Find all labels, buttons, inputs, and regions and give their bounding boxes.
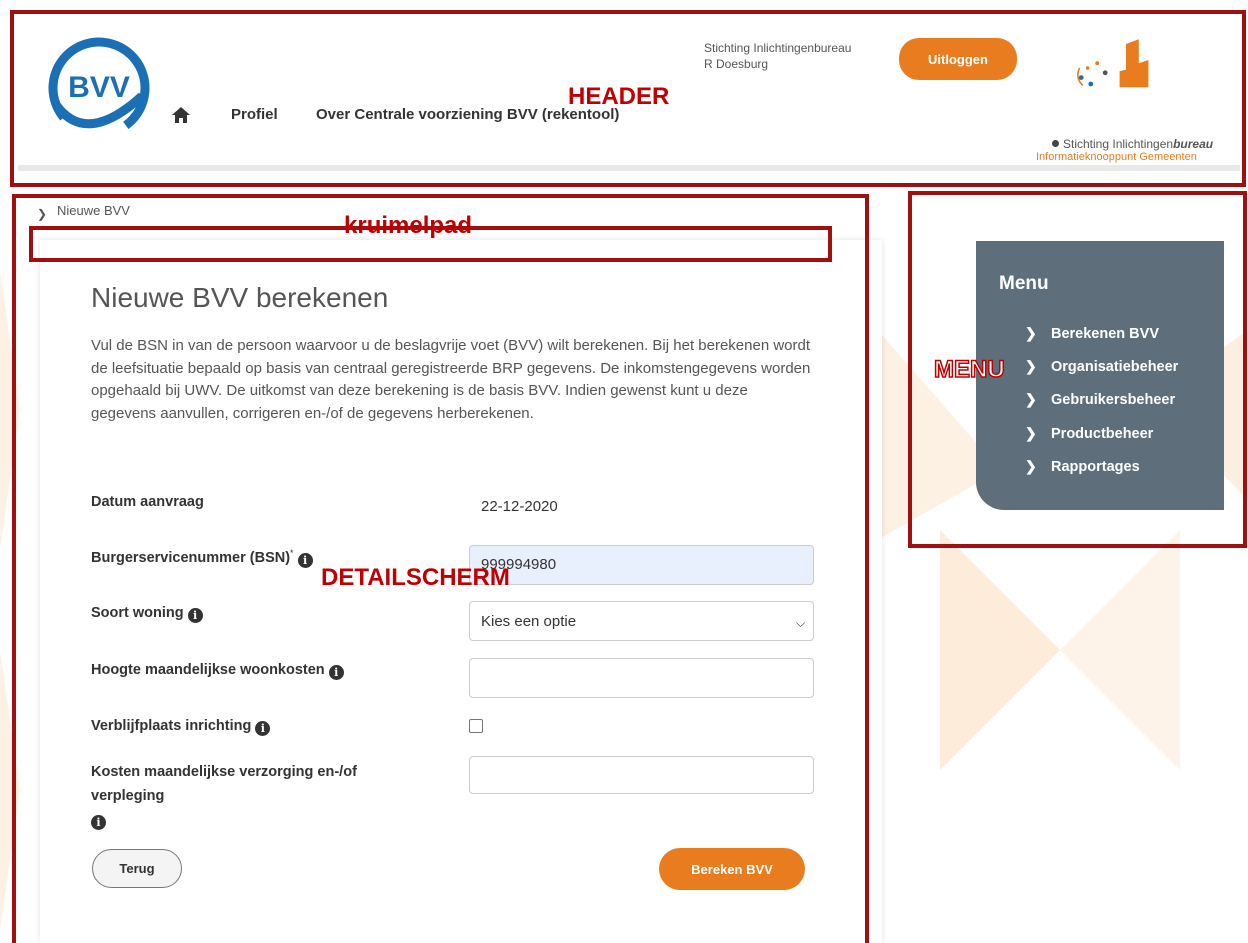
annotation-menu-label: MENU (933, 355, 1005, 384)
annotation-detail-label: DETAILSCHERM (321, 564, 510, 591)
annotation-header-label: HEADER (568, 83, 670, 110)
